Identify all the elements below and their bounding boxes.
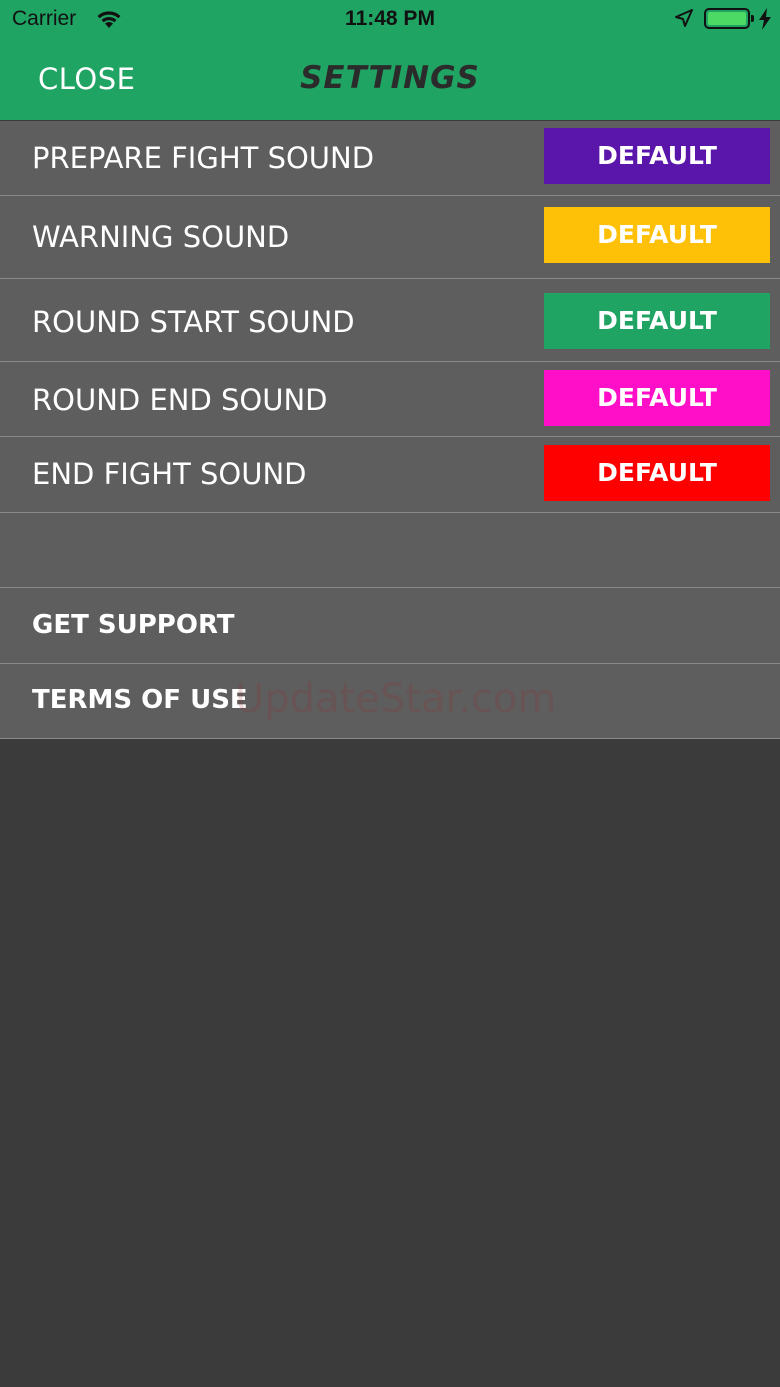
setting-label: ROUND START SOUND <box>32 305 355 339</box>
warning-default-button[interactable]: DEFAULT <box>544 207 770 263</box>
settings-panel: PREPARE FIGHT SOUND DEFAULT WARNING SOUN… <box>0 121 780 739</box>
setting-label: END FIGHT SOUND <box>32 457 307 491</box>
watermark: UpdateStar.com <box>235 676 557 722</box>
status-bar: Carrier 11:48 PM <box>0 0 780 40</box>
end-fight-default-button[interactable]: DEFAULT <box>544 445 770 501</box>
round-end-default-button[interactable]: DEFAULT <box>544 370 770 426</box>
location-arrow-icon <box>675 9 693 27</box>
setting-row-round-end: ROUND END SOUND DEFAULT <box>0 362 780 437</box>
setting-row-round-start: ROUND START SOUND DEFAULT <box>0 279 780 362</box>
battery-icon <box>704 8 750 29</box>
get-support-link[interactable]: GET SUPPORT <box>32 610 235 640</box>
battery-tip <box>751 15 754 22</box>
spacer-row <box>0 513 780 588</box>
setting-label: ROUND END SOUND <box>32 383 328 417</box>
setting-label: WARNING SOUND <box>32 220 290 254</box>
terms-of-use-link[interactable]: TERMS OF USE <box>32 685 248 715</box>
charging-bolt-icon <box>759 8 771 30</box>
link-row-get-support[interactable]: GET SUPPORT <box>0 588 780 664</box>
round-start-default-button[interactable]: DEFAULT <box>544 293 770 349</box>
prepare-fight-default-button[interactable]: DEFAULT <box>544 128 770 184</box>
page-title: SETTINGS <box>300 60 480 96</box>
header-bar: Carrier 11:48 PM CLOSE SETTINGS <box>0 0 780 120</box>
setting-row-prepare-fight: PREPARE FIGHT SOUND DEFAULT <box>0 121 780 196</box>
setting-row-end-fight: END FIGHT SOUND DEFAULT <box>0 437 780 513</box>
clock: 11:48 PM <box>345 7 435 30</box>
setting-label: PREPARE FIGHT SOUND <box>32 141 375 175</box>
setting-row-warning: WARNING SOUND DEFAULT <box>0 196 780 279</box>
